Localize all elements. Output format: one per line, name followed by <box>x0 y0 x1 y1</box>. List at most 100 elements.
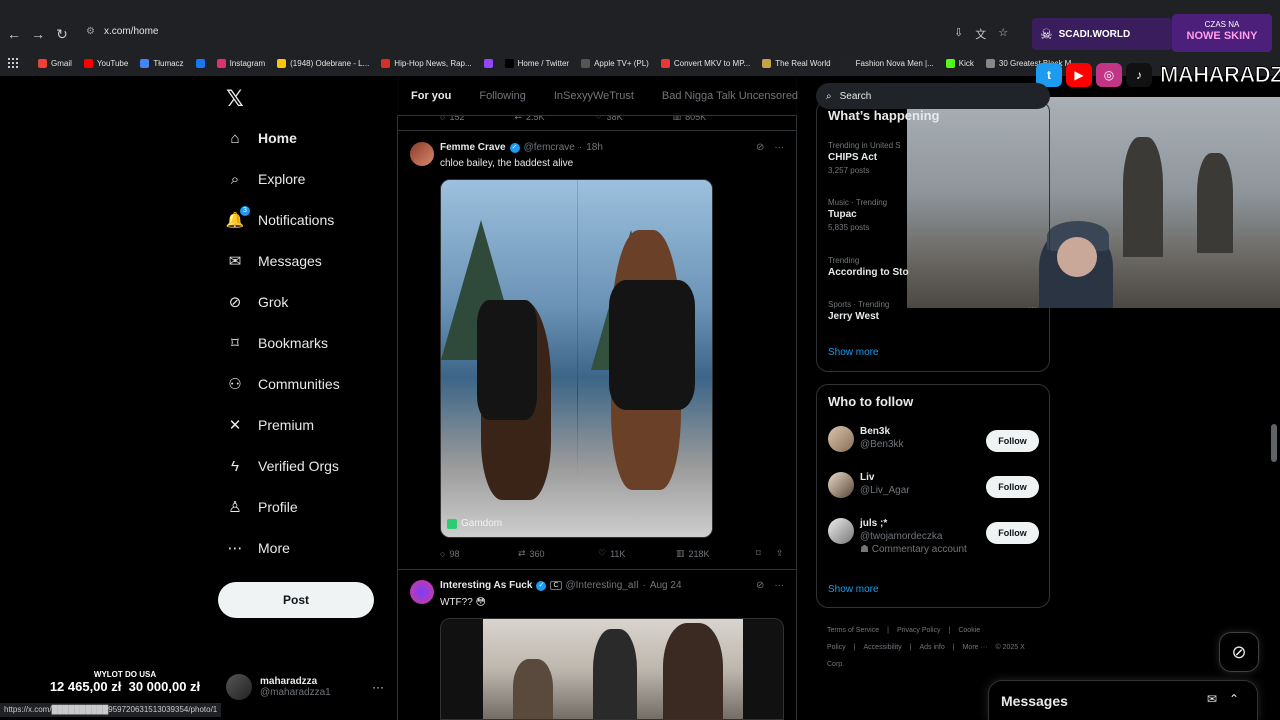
tab-list-1[interactable]: InSexyyWeTrust <box>554 90 634 102</box>
person-figure <box>593 629 637 719</box>
follow-button[interactable]: Follow <box>986 522 1039 544</box>
nav-item-messages[interactable]: ✉ Messages <box>226 246 322 276</box>
bookmark-item[interactable]: Hip-Hop News, Rap... <box>381 58 472 68</box>
nav-item-notifications[interactable]: 🔔 3 Notifications <box>226 205 334 235</box>
scrollbar-thumb[interactable] <box>1271 424 1277 462</box>
bookmark-item[interactable]: Gmail <box>38 58 72 68</box>
bookmark-item[interactable]: Kick <box>945 58 974 68</box>
star-icon[interactable]: ☆ <box>998 26 1008 42</box>
messages-drawer[interactable]: Messages ✉ ⌃ <box>988 680 1258 720</box>
url-field[interactable]: x.com/home <box>104 26 158 37</box>
share-icon[interactable]: ⇪ <box>776 548 784 559</box>
site-info-icon[interactable]: ⚙ <box>86 26 95 37</box>
apps-grid-icon[interactable] <box>8 58 18 68</box>
follow-button[interactable]: Follow <box>986 476 1039 498</box>
search-icon: ⌕ <box>826 90 832 102</box>
nav-item-bookmarks[interactable]: ⌑ Bookmarks <box>226 328 328 358</box>
search-input[interactable]: Search <box>840 91 872 102</box>
follow-name: Liv <box>860 472 875 483</box>
trend-item[interactable]: Sports · Trending Jerry West <box>828 300 889 322</box>
nav-item-premium[interactable]: ✕ Premium <box>226 410 314 440</box>
x-logo-icon[interactable]: 𝕏 <box>226 86 244 112</box>
bookmark-favicon-icon <box>38 58 47 68</box>
follow-show-more[interactable]: Show more <box>828 584 879 595</box>
like-stat[interactable]: ♡ 11K <box>598 548 676 559</box>
bookmark-favicon-icon <box>842 58 852 68</box>
install-icon[interactable]: ⇩ <box>954 26 963 42</box>
avatar[interactable] <box>828 426 854 452</box>
bookmark-item[interactable] <box>195 58 205 68</box>
who-to-follow-title: Who to follow <box>828 394 914 409</box>
bookmark-favicon-icon <box>581 58 591 68</box>
nav-item-home[interactable]: ⌂ Home <box>226 123 296 153</box>
bookmark-item[interactable]: Home / Twitter <box>504 58 569 68</box>
footer-link[interactable]: Ads info <box>919 644 944 651</box>
grok-icon[interactable]: ⊘ <box>756 142 764 153</box>
clothing-left <box>477 300 537 420</box>
account-more-icon[interactable]: ··· <box>372 680 384 694</box>
views-stat[interactable]: ▥ 218K <box>676 548 756 559</box>
chevron-up-icon[interactable]: ⌃ <box>1229 692 1239 706</box>
tweet-media-image[interactable]: Gamdom <box>440 179 713 538</box>
bookmark-icon[interactable]: ⌑ <box>756 548 776 559</box>
divider <box>397 130 797 131</box>
back-arrow-icon[interactable]: ← <box>4 24 24 44</box>
follow-button[interactable]: Follow <box>986 430 1039 452</box>
tweet-author-name[interactable]: Femme Crave <box>440 142 506 153</box>
tab-for-you[interactable]: For you <box>411 90 451 102</box>
reload-icon[interactable]: ↻ <box>52 24 72 44</box>
footer-link[interactable]: Privacy Policy <box>897 627 941 634</box>
search-box[interactable]: ⌕ Search <box>816 83 1050 109</box>
avatar[interactable] <box>410 580 434 604</box>
bookmark-item[interactable] <box>483 58 493 68</box>
trend-more-icon[interactable]: ··· <box>1028 302 1037 312</box>
forward-arrow-icon[interactable]: → <box>28 24 48 44</box>
account-switcher[interactable]: maharadzza @maharadzza1 <box>226 670 386 704</box>
grok-floating-button[interactable]: ⊘ <box>1219 632 1259 672</box>
tweet-author-name[interactable]: Interesting As Fuck <box>440 580 532 591</box>
bookmark-item[interactable]: Instagram <box>216 58 265 68</box>
nav-item-explore[interactable]: ⌕ Explore <box>226 164 306 194</box>
bookmark-item[interactable]: Tłumacz <box>140 58 184 68</box>
more-icon[interactable]: ··· <box>774 580 784 591</box>
lightning-icon: ϟ <box>231 457 239 475</box>
nav-item-communities[interactable]: ⚇ Communities <box>226 369 339 399</box>
donation-goal-overlay: WYLOT DO USA 12 465,00 zł 30 000,00 zł <box>49 670 201 694</box>
bookmark-favicon-icon <box>83 58 93 68</box>
post-button[interactable]: Post <box>218 582 374 618</box>
tweet-media-video[interactable] <box>440 618 784 720</box>
new-message-icon[interactable]: ✉ <box>1207 692 1217 706</box>
bookmark-item[interactable]: (1948) Odebrane - L... <box>277 58 369 68</box>
footer-link[interactable]: Accessibility <box>864 644 902 651</box>
repost-stat[interactable]: ⇄ 360 <box>518 548 598 559</box>
footer-link[interactable]: More ··· <box>963 644 988 651</box>
avatar[interactable] <box>410 142 434 166</box>
bookmark-item[interactable]: YouTube <box>83 58 128 68</box>
nav-item-more[interactable]: ⋯ More <box>226 533 290 563</box>
avatar[interactable] <box>828 518 854 544</box>
translate-icon[interactable]: 文 <box>975 26 986 42</box>
more-icon[interactable]: ··· <box>774 142 784 153</box>
tab-list-2[interactable]: Bad Nigga Talk Uncensored <box>662 90 798 102</box>
tweet-time[interactable]: 18h <box>586 142 603 153</box>
bookmark-item[interactable]: The Real World <box>762 58 831 68</box>
bookmark-item[interactable]: Fashion Nova Men |... <box>842 58 934 68</box>
tab-following[interactable]: Following <box>479 90 525 102</box>
trend-item[interactable]: Trending in United S CHIPS Act 3,257 posts <box>828 141 901 175</box>
tweet-author-handle[interactable]: @femcrave <box>524 142 575 153</box>
bookmark-item[interactable]: Convert MKV to MP... <box>660 58 750 68</box>
trend-item[interactable]: Music · Trending Tupac 5,835 posts <box>828 198 887 232</box>
nav-item-grok[interactable]: ⊘ Grok <box>226 287 289 317</box>
avatar[interactable] <box>828 472 854 498</box>
tweet-time[interactable]: Aug 24 <box>650 580 682 591</box>
grok-icon[interactable]: ⊘ <box>756 580 764 591</box>
bookmark-item[interactable]: Apple TV+ (PL) <box>581 58 649 68</box>
nav-item-verified-orgs[interactable]: ϟ Verified Orgs <box>226 451 339 481</box>
scadi-banner: ☠ SCADI.WORLD <box>1032 18 1172 50</box>
reply-stat[interactable]: ○ 98 <box>440 548 518 559</box>
tweet-author-handle[interactable]: @Interesting_aIl <box>566 580 639 591</box>
nav-item-profile[interactable]: ♙ Profile <box>226 492 297 522</box>
footer-link[interactable]: Terms of Service <box>827 627 879 634</box>
trends-show-more[interactable]: Show more <box>828 347 879 358</box>
trend-item[interactable]: Trending According to Sto <box>828 256 909 278</box>
